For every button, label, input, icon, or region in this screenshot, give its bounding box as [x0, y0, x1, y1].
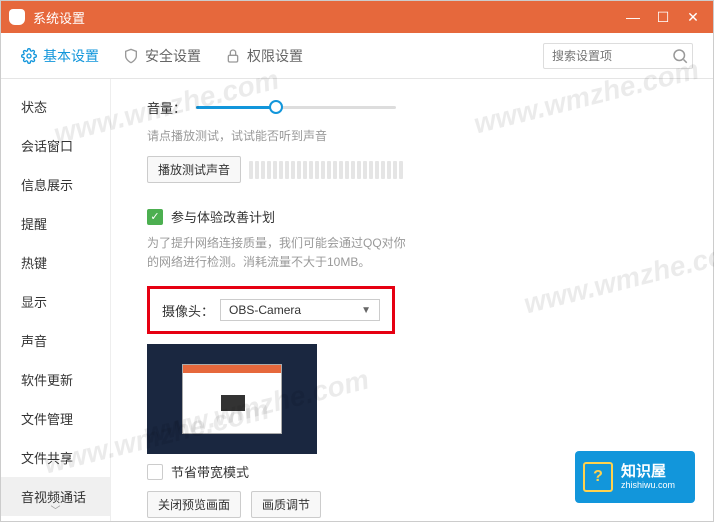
close-button[interactable]: ✕ — [685, 9, 701, 26]
highlight-box: 摄像头： OBS-Camera ▼ — [147, 286, 395, 334]
sidebar-item-hotkeys[interactable]: 热键 — [1, 243, 110, 282]
volume-slider[interactable] — [196, 97, 396, 117]
shield-icon — [123, 48, 139, 64]
badge-title: 知识屋 — [621, 463, 666, 480]
camera-preview — [147, 344, 317, 454]
tab-label: 基本设置 — [43, 46, 99, 66]
improve-plan-checkbox[interactable]: ✓ — [147, 209, 163, 225]
tab-security-settings[interactable]: 安全设置 — [123, 42, 201, 70]
tab-basic-settings[interactable]: 基本设置 — [21, 42, 99, 70]
volume-label: 音量： — [147, 98, 186, 117]
lock-icon — [225, 48, 241, 64]
tab-permission-settings[interactable]: 权限设置 — [225, 42, 303, 70]
sidebar-item-status[interactable]: 状态 — [1, 87, 110, 126]
question-icon: ? — [583, 462, 613, 492]
badge-subtitle: zhishiwu.com — [621, 481, 675, 490]
sidebar-item-info-display[interactable]: 信息展示 — [1, 165, 110, 204]
maximize-button[interactable]: ☐ — [655, 9, 671, 26]
improve-plan-description: 为了提升网络连接质量，我们可能会通过QQ对你的网络进行检测。消耗流量不大于10M… — [147, 234, 407, 272]
search-icon[interactable] — [671, 47, 689, 65]
minimize-button[interactable]: — — [625, 9, 641, 26]
volume-hint: 请点播放测试，试试能否听到声音 — [147, 127, 689, 144]
sidebar-item-sound[interactable]: 声音 — [1, 321, 110, 360]
close-preview-button[interactable]: 关闭预览画面 — [147, 491, 241, 518]
sidebar-scroll-indicator[interactable]: ︿﹀ — [1, 487, 110, 517]
sidebar-item-file-mgmt[interactable]: 文件管理 — [1, 399, 110, 438]
chevron-down-icon: ▼ — [361, 305, 371, 316]
sidebar-item-display[interactable]: 显示 — [1, 282, 110, 321]
bandwidth-saver-checkbox[interactable] — [147, 464, 163, 480]
camera-select-value: OBS-Camera — [229, 303, 301, 317]
improve-plan-label: 参与体验改善计划 — [171, 207, 275, 226]
sidebar: 状态 会话窗口 信息展示 提醒 热键 显示 声音 软件更新 文件管理 文件共享 … — [1, 79, 111, 521]
bandwidth-saver-label: 节省带宽模式 — [171, 462, 249, 481]
play-test-sound-button[interactable]: 播放测试声音 — [147, 156, 241, 183]
camera-select[interactable]: OBS-Camera ▼ — [220, 299, 380, 321]
tab-label: 权限设置 — [247, 46, 303, 66]
audio-level-meter — [249, 161, 403, 179]
zhishiwu-badge: ? 知识屋 zhishiwu.com — [575, 451, 695, 503]
sidebar-item-chat-window[interactable]: 会话窗口 — [1, 126, 110, 165]
quality-adjust-button[interactable]: 画质调节 — [251, 491, 321, 518]
window-title: 系统设置 — [33, 8, 625, 27]
gear-icon — [21, 48, 37, 64]
sidebar-item-alerts[interactable]: 提醒 — [1, 204, 110, 243]
sidebar-item-updates[interactable]: 软件更新 — [1, 360, 110, 399]
camera-label: 摄像头： — [162, 301, 214, 320]
tab-label: 安全设置 — [145, 46, 201, 66]
qq-logo-icon — [9, 9, 25, 25]
sidebar-item-file-share[interactable]: 文件共享 — [1, 438, 110, 477]
